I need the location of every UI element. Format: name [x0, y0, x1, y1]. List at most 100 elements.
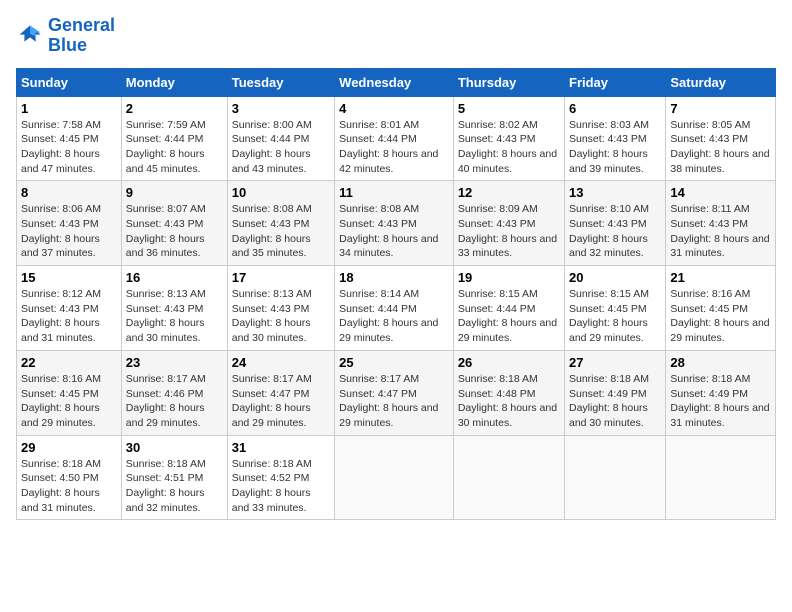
week-row-2: 8 Sunrise: 8:06 AMSunset: 4:43 PMDaylight…: [17, 181, 776, 266]
logo-icon: [16, 22, 44, 50]
day-cell: 7 Sunrise: 8:05 AMSunset: 4:43 PMDaylight…: [666, 96, 776, 181]
day-cell: 23Sunrise: 8:17 AMSunset: 4:46 PMDayligh…: [121, 350, 227, 435]
day-number: 29: [21, 440, 117, 455]
week-row-5: 29 Sunrise: 8:18 AMSunset: 4:50 PMDayligh…: [17, 435, 776, 520]
logo: General Blue: [16, 16, 115, 56]
day-number: 20: [569, 270, 661, 285]
day-cell: 29 Sunrise: 8:18 AMSunset: 4:50 PMDayligh…: [17, 435, 122, 520]
day-cell: 24Sunrise: 8:17 AMSunset: 4:47 PMDayligh…: [227, 350, 334, 435]
day-info: Sunrise: 8:10 AMSunset: 4:43 PMDaylight:…: [569, 202, 661, 261]
day-cell: 30Sunrise: 8:18 AMSunset: 4:51 PMDayligh…: [121, 435, 227, 520]
day-cell: [335, 435, 454, 520]
header-row: SundayMondayTuesdayWednesdayThursdayFrid…: [17, 68, 776, 96]
day-cell: 28 Sunrise: 8:18 AMSunset: 4:49 PMDayligh…: [666, 350, 776, 435]
day-cell: 17 Sunrise: 8:13 AMSunset: 4:43 PMDayligh…: [227, 266, 334, 351]
day-number: 13: [569, 185, 661, 200]
column-header-saturday: Saturday: [666, 68, 776, 96]
day-number: 23: [126, 355, 223, 370]
logo-text: General Blue: [48, 16, 115, 56]
day-info: Sunrise: 8:03 AMSunset: 4:43 PMDaylight:…: [569, 118, 661, 177]
day-number: 16: [126, 270, 223, 285]
day-info: Sunrise: 8:12 AMSunset: 4:43 PMDaylight:…: [21, 287, 117, 346]
day-cell: 5 Sunrise: 8:02 AMSunset: 4:43 PMDaylight…: [453, 96, 564, 181]
day-info: Sunrise: 8:18 AMSunset: 4:52 PMDaylight:…: [232, 457, 330, 516]
day-info: Sunrise: 8:13 AMSunset: 4:43 PMDaylight:…: [126, 287, 223, 346]
day-number: 11: [339, 185, 449, 200]
day-cell: 31 Sunrise: 8:18 AMSunset: 4:52 PMDayligh…: [227, 435, 334, 520]
week-row-1: 1 Sunrise: 7:58 AMSunset: 4:45 PMDaylight…: [17, 96, 776, 181]
day-cell: 1 Sunrise: 7:58 AMSunset: 4:45 PMDaylight…: [17, 96, 122, 181]
day-info: Sunrise: 8:07 AMSunset: 4:43 PMDaylight:…: [126, 202, 223, 261]
day-info: Sunrise: 8:18 AMSunset: 4:49 PMDaylight:…: [569, 372, 661, 431]
day-number: 31: [232, 440, 330, 455]
calendar-table: SundayMondayTuesdayWednesdayThursdayFrid…: [16, 68, 776, 521]
day-number: 7: [670, 101, 771, 116]
day-cell: 11 Sunrise: 8:08 AMSunset: 4:43 PMDayligh…: [335, 181, 454, 266]
week-row-3: 15Sunrise: 8:12 AMSunset: 4:43 PMDayligh…: [17, 266, 776, 351]
day-cell: [453, 435, 564, 520]
day-cell: 2 Sunrise: 7:59 AMSunset: 4:44 PMDaylight…: [121, 96, 227, 181]
day-number: 19: [458, 270, 560, 285]
column-header-monday: Monday: [121, 68, 227, 96]
day-info: Sunrise: 8:02 AMSunset: 4:43 PMDaylight:…: [458, 118, 560, 177]
day-number: 17: [232, 270, 330, 285]
day-number: 28: [670, 355, 771, 370]
day-number: 22: [21, 355, 117, 370]
day-cell: [666, 435, 776, 520]
day-cell: 19Sunrise: 8:15 AMSunset: 4:44 PMDayligh…: [453, 266, 564, 351]
day-info: Sunrise: 8:08 AMSunset: 4:43 PMDaylight:…: [339, 202, 449, 261]
day-cell: 14 Sunrise: 8:11 AMSunset: 4:43 PMDayligh…: [666, 181, 776, 266]
day-cell: 13 Sunrise: 8:10 AMSunset: 4:43 PMDayligh…: [565, 181, 666, 266]
day-info: Sunrise: 8:16 AMSunset: 4:45 PMDaylight:…: [21, 372, 117, 431]
day-number: 9: [126, 185, 223, 200]
day-info: Sunrise: 7:58 AMSunset: 4:45 PMDaylight:…: [21, 118, 117, 177]
day-number: 26: [458, 355, 560, 370]
day-info: Sunrise: 7:59 AMSunset: 4:44 PMDaylight:…: [126, 118, 223, 177]
column-header-wednesday: Wednesday: [335, 68, 454, 96]
day-cell: 9 Sunrise: 8:07 AMSunset: 4:43 PMDaylight…: [121, 181, 227, 266]
day-cell: 12Sunrise: 8:09 AMSunset: 4:43 PMDayligh…: [453, 181, 564, 266]
day-cell: 6 Sunrise: 8:03 AMSunset: 4:43 PMDaylight…: [565, 96, 666, 181]
day-cell: 21Sunrise: 8:16 AMSunset: 4:45 PMDayligh…: [666, 266, 776, 351]
day-info: Sunrise: 8:17 AMSunset: 4:47 PMDaylight:…: [232, 372, 330, 431]
day-number: 6: [569, 101, 661, 116]
day-number: 25: [339, 355, 449, 370]
column-header-tuesday: Tuesday: [227, 68, 334, 96]
day-info: Sunrise: 8:18 AMSunset: 4:51 PMDaylight:…: [126, 457, 223, 516]
column-header-thursday: Thursday: [453, 68, 564, 96]
day-cell: 22 Sunrise: 8:16 AMSunset: 4:45 PMDayligh…: [17, 350, 122, 435]
day-info: Sunrise: 8:01 AMSunset: 4:44 PMDaylight:…: [339, 118, 449, 177]
day-info: Sunrise: 8:08 AMSunset: 4:43 PMDaylight:…: [232, 202, 330, 261]
day-info: Sunrise: 8:13 AMSunset: 4:43 PMDaylight:…: [232, 287, 330, 346]
day-number: 27: [569, 355, 661, 370]
day-info: Sunrise: 8:17 AMSunset: 4:47 PMDaylight:…: [339, 372, 449, 431]
day-info: Sunrise: 8:18 AMSunset: 4:50 PMDaylight:…: [21, 457, 117, 516]
day-cell: 15Sunrise: 8:12 AMSunset: 4:43 PMDayligh…: [17, 266, 122, 351]
day-number: 21: [670, 270, 771, 285]
day-cell: 3 Sunrise: 8:00 AMSunset: 4:44 PMDaylight…: [227, 96, 334, 181]
day-info: Sunrise: 8:00 AMSunset: 4:44 PMDaylight:…: [232, 118, 330, 177]
day-number: 4: [339, 101, 449, 116]
day-cell: 10 Sunrise: 8:08 AMSunset: 4:43 PMDayligh…: [227, 181, 334, 266]
day-number: 14: [670, 185, 771, 200]
day-cell: 16 Sunrise: 8:13 AMSunset: 4:43 PMDayligh…: [121, 266, 227, 351]
day-number: 5: [458, 101, 560, 116]
day-cell: 8 Sunrise: 8:06 AMSunset: 4:43 PMDaylight…: [17, 181, 122, 266]
day-number: 2: [126, 101, 223, 116]
day-info: Sunrise: 8:18 AMSunset: 4:49 PMDaylight:…: [670, 372, 771, 431]
day-info: Sunrise: 8:11 AMSunset: 4:43 PMDaylight:…: [670, 202, 771, 261]
header: General Blue: [16, 16, 776, 56]
day-cell: 20Sunrise: 8:15 AMSunset: 4:45 PMDayligh…: [565, 266, 666, 351]
day-info: Sunrise: 8:14 AMSunset: 4:44 PMDaylight:…: [339, 287, 449, 346]
day-number: 12: [458, 185, 560, 200]
day-number: 3: [232, 101, 330, 116]
day-info: Sunrise: 8:05 AMSunset: 4:43 PMDaylight:…: [670, 118, 771, 177]
day-cell: 18Sunrise: 8:14 AMSunset: 4:44 PMDayligh…: [335, 266, 454, 351]
day-number: 10: [232, 185, 330, 200]
day-number: 8: [21, 185, 117, 200]
day-info: Sunrise: 8:06 AMSunset: 4:43 PMDaylight:…: [21, 202, 117, 261]
day-cell: 25 Sunrise: 8:17 AMSunset: 4:47 PMDayligh…: [335, 350, 454, 435]
day-number: 1: [21, 101, 117, 116]
week-row-4: 22 Sunrise: 8:16 AMSunset: 4:45 PMDayligh…: [17, 350, 776, 435]
day-info: Sunrise: 8:18 AMSunset: 4:48 PMDaylight:…: [458, 372, 560, 431]
